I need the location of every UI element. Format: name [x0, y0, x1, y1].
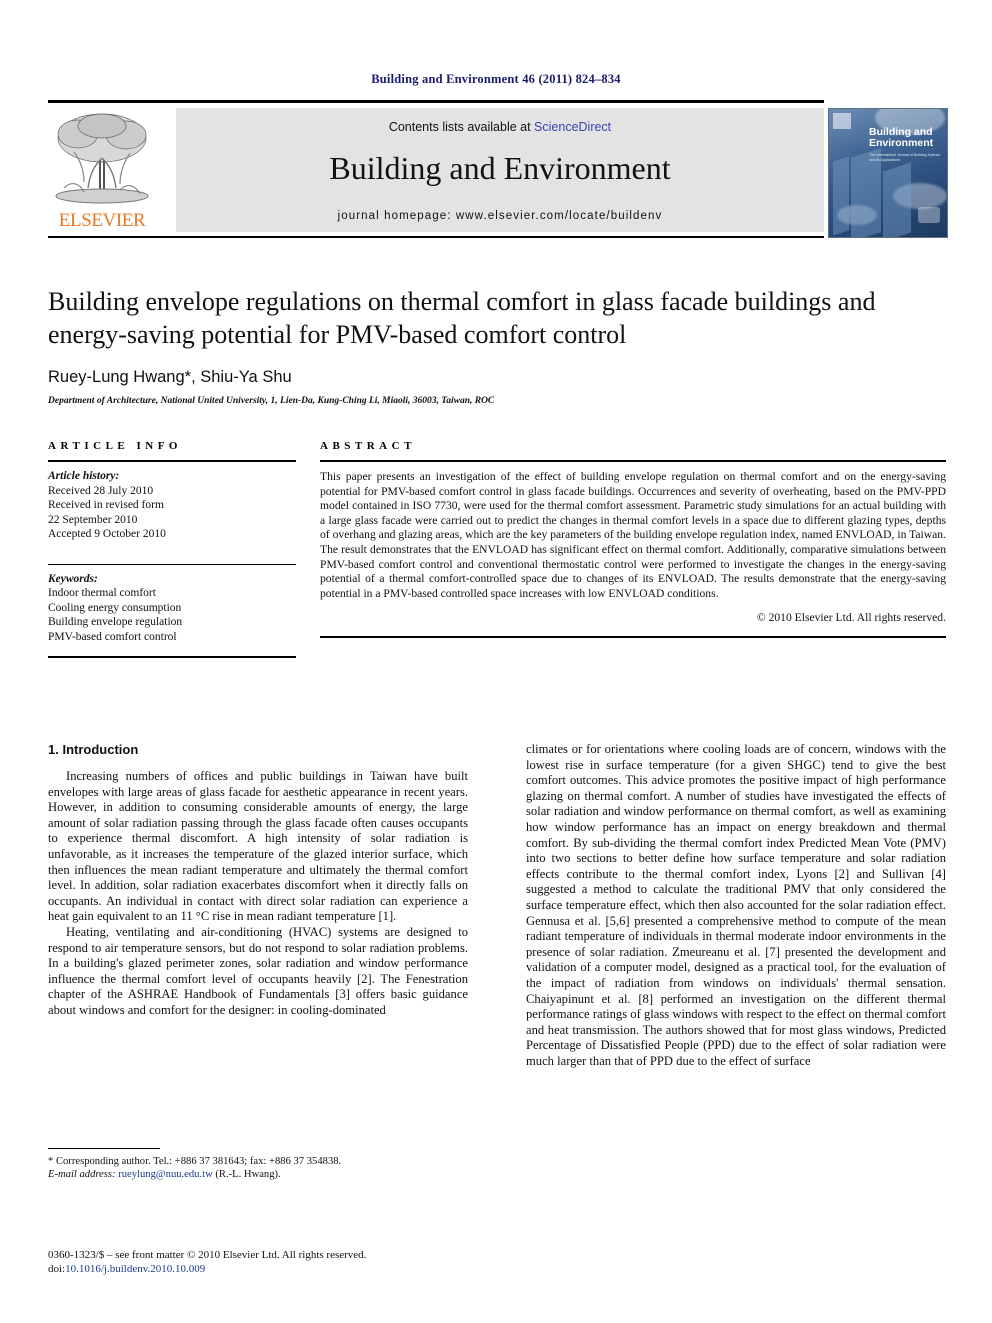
keyword-item: Cooling energy consumption	[48, 601, 182, 614]
article-page: Building and Environment 46 (2011) 824–8…	[0, 0, 992, 1323]
email-link[interactable]: rueylung@nuu.edu.tw	[118, 1169, 213, 1180]
abstract-heading: ABSTRACT	[320, 440, 416, 452]
footnote-rule	[48, 1148, 160, 1149]
keyword-item: PMV-based comfort control	[48, 630, 177, 643]
doi-line: doi:10.1016/j.buildenv.2010.10.009	[48, 1262, 508, 1276]
keyword-item: Indoor thermal comfort	[48, 587, 156, 599]
section-heading-introduction: 1. Introduction	[48, 742, 139, 757]
elsevier-tree-icon	[50, 108, 154, 204]
article-history-label: Article history:	[48, 470, 120, 482]
doi-link[interactable]: 10.1016/j.buildenv.2010.10.009	[65, 1263, 205, 1275]
history-item: Received in revised form	[48, 499, 164, 511]
abstract-column: ABSTRACT This paper presents an investig…	[320, 440, 946, 658]
body-column-left: 1. Introduction Increasing numbers of of…	[48, 742, 468, 1069]
sciencedirect-link[interactable]: ScienceDirect	[534, 120, 611, 134]
history-item: Received 28 July 2010	[48, 484, 154, 497]
cover-subtitle: The International Journal of Building Sc…	[869, 153, 941, 162]
masthead-bottom-rule	[48, 236, 824, 238]
doi-prefix: doi:	[48, 1263, 66, 1275]
contents-available-line: Contents lists available at ScienceDirec…	[176, 120, 824, 134]
imprint-block: 0360-1323/$ – see front matter © 2010 El…	[48, 1248, 508, 1276]
article-title: Building envelope regulations on thermal…	[48, 287, 876, 349]
corresponding-author-footnote: * Corresponding author. Tel.: +886 37 38…	[48, 1148, 468, 1182]
history-item: 22 September 2010	[48, 513, 138, 526]
journal-cover-thumbnail[interactable]: Building and Environment The Internation…	[828, 108, 948, 238]
cover-elsevier-mark	[833, 113, 851, 129]
keywords-list: Keywords: Indoor thermal comfort Cooling…	[48, 565, 296, 645]
history-item: Accepted 9 October 2010	[48, 528, 166, 540]
elsevier-wordmark: ELSEVIER	[58, 210, 146, 231]
cover-badge	[918, 207, 940, 223]
journal-masthead: ELSEVIER Contents lists available at Sci…	[48, 100, 948, 238]
abstract-text: This paper presents an investigation of …	[320, 470, 946, 600]
paragraph: Heating, ventilating and air-conditionin…	[48, 924, 468, 1017]
article-info-heading: ARTICLE INFO	[48, 440, 182, 452]
paragraph: climates or for orientations where cooli…	[526, 742, 946, 1068]
journal-homepage[interactable]: journal homepage: www.elsevier.com/locat…	[176, 210, 824, 222]
affiliation: Department of Architecture, National Uni…	[48, 396, 495, 406]
info-abstract-band: ARTICLE INFO Article history: Received 2…	[48, 440, 946, 658]
paragraph: Increasing numbers of offices and public…	[48, 769, 468, 924]
issn-line: 0360-1323/$ – see front matter © 2010 El…	[48, 1249, 367, 1261]
body-column-right: climates or for orientations where cooli…	[526, 742, 946, 1069]
article-info-column: ARTICLE INFO Article history: Received 2…	[48, 440, 296, 658]
elsevier-logo: ELSEVIER	[50, 108, 154, 232]
masthead-top-rule	[48, 100, 824, 103]
journal-band: Contents lists available at ScienceDirec…	[176, 108, 824, 232]
abstract-copyright: © 2010 Elsevier Ltd. All rights reserved…	[756, 611, 946, 625]
title-block: Building envelope regulations on thermal…	[48, 285, 946, 406]
article-info-bottom-rule	[48, 656, 296, 658]
keywords-label: Keywords:	[48, 572, 98, 585]
article-history: Article history: Received 28 July 2010 R…	[48, 462, 296, 542]
running-head: Building and Environment 46 (2011) 824–8…	[371, 72, 621, 86]
email-line: E-mail address: rueylung@nuu.edu.tw (R.-…	[48, 1168, 468, 1181]
email-owner: (R.-L. Hwang).	[215, 1169, 281, 1181]
body-columns: 1. Introduction Increasing numbers of of…	[48, 742, 946, 1069]
keyword-item: Building envelope regulation	[48, 616, 183, 628]
contents-prefix: Contents lists available at	[388, 120, 535, 134]
cover-title-line2: Environment	[869, 137, 934, 149]
corresponding-author-note: * Corresponding author. Tel.: +886 37 38…	[48, 1156, 342, 1167]
author-list: Ruey-Lung Hwang*, Shiu-Ya Shu	[48, 368, 292, 386]
abstract-bottom-rule	[320, 636, 946, 639]
journal-title: Building and Environment	[329, 150, 671, 186]
cover-title: Building and Environment	[869, 127, 943, 149]
email-label: E-mail address:	[48, 1169, 116, 1181]
